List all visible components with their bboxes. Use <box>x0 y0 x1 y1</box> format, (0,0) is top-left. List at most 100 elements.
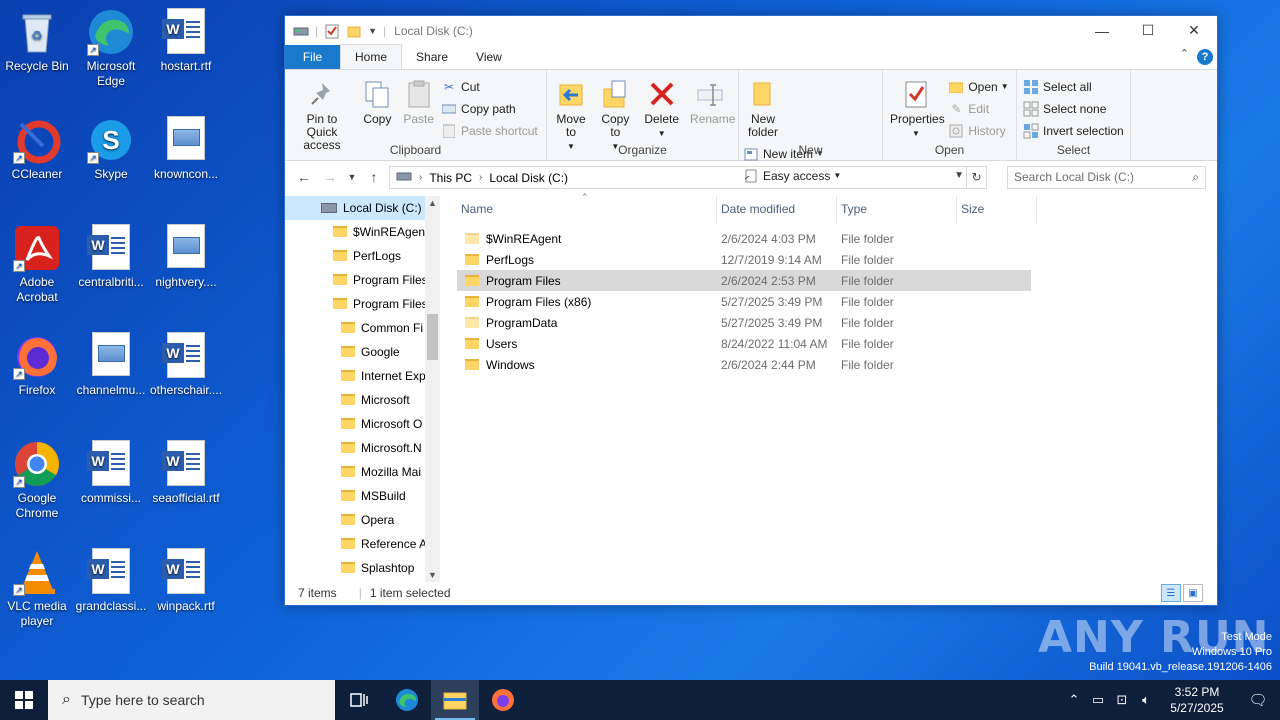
breadcrumb-local-disk[interactable]: Local Disk (C:) <box>489 171 568 185</box>
desktop-icon-skype[interactable]: S ↗ Skype <box>75 116 147 182</box>
column-header-date-modified[interactable]: Date modified <box>717 196 837 222</box>
properties-button[interactable]: Properties ▼ <box>887 74 945 142</box>
desktop-icon-channelmu[interactable]: channelmu... <box>75 332 147 398</box>
new-folder-button[interactable]: New folder <box>743 74 783 141</box>
forward-arrow-icon[interactable]: → <box>317 169 343 185</box>
desktop-icon-vlc[interactable]: ↗ VLC media player <box>1 548 73 629</box>
scrollbar-thumb[interactable] <box>427 314 438 360</box>
details-view-icon[interactable]: ☰ <box>1161 584 1181 602</box>
nav-pane-item[interactable]: Program Files <box>285 292 440 316</box>
nav-pane-item[interactable]: Google <box>285 340 440 364</box>
scroll-down-icon[interactable]: ▼ <box>425 570 440 580</box>
desktop-icon-firefox[interactable]: ↗ Firefox <box>1 332 73 398</box>
new-folder-qa-icon[interactable] <box>346 23 362 39</box>
column-header-size[interactable]: Size <box>957 196 1037 222</box>
nav-pane-item[interactable]: Common Fi <box>285 316 440 340</box>
tab-home[interactable]: Home <box>340 44 403 69</box>
title-bar[interactable]: | ▼ | Local Disk (C:) — ☐ ✕ <box>285 16 1217 45</box>
address-dropdown-icon[interactable]: ▼ <box>954 170 964 181</box>
start-button[interactable] <box>0 680 48 720</box>
select-none-button[interactable]: Select none <box>1023 98 1124 120</box>
tab-view[interactable]: View <box>462 45 516 69</box>
minimize-button[interactable]: — <box>1079 16 1125 45</box>
taskbar-firefox[interactable] <box>479 680 527 720</box>
desktop-icon-seaofficial[interactable]: W seaofficial.rtf <box>150 440 222 506</box>
file-row[interactable]: PerfLogs 12/7/2019 9:14 AM File folder <box>457 249 1031 270</box>
nav-pane-item[interactable]: Microsoft <box>285 388 440 412</box>
paste-shortcut-button[interactable]: Paste shortcut <box>441 120 538 142</box>
back-arrow-icon[interactable]: ← <box>291 169 317 185</box>
nav-pane-item[interactable]: Internet Exp <box>285 364 440 388</box>
desktop-icon-acrobat[interactable]: ↗ Adobe Acrobat <box>1 224 73 305</box>
taskbar-clock[interactable]: 3:52 PM 5/27/2025 <box>1158 684 1236 716</box>
search-input[interactable]: Search Local Disk (C:) ⌕ <box>1007 166 1206 189</box>
delete-button[interactable]: Delete ▼ <box>640 74 684 142</box>
desktop-icon-hostart[interactable]: W hostart.rtf <box>150 8 222 74</box>
copy-button[interactable]: Copy <box>358 74 396 128</box>
paste-button[interactable]: Paste <box>400 74 438 128</box>
close-button[interactable]: ✕ <box>1171 16 1217 45</box>
taskbar-edge[interactable] <box>383 680 431 720</box>
scroll-up-icon[interactable]: ▲ <box>425 198 440 208</box>
column-header-type[interactable]: Type <box>837 196 957 222</box>
file-row[interactable]: Program Files 2/6/2024 2:53 PM File folder <box>457 270 1031 291</box>
edit-button[interactable]: ✎ Edit <box>948 98 1008 120</box>
file-row[interactable]: ProgramData 5/27/2025 3:49 PM File folder <box>457 312 1031 333</box>
notification-center-icon[interactable]: 🗨︎ <box>1236 691 1280 709</box>
tray-app-icon[interactable]: ▭ <box>1086 692 1110 708</box>
nav-pane-item[interactable]: Microsoft O <box>285 412 440 436</box>
volume-icon[interactable]: 🔈︎ <box>1134 692 1158 708</box>
select-all-button[interactable]: Select all <box>1023 76 1124 98</box>
cut-button[interactable]: ✂ Cut <box>441 76 538 98</box>
desktop-icon-nightvery[interactable]: nightvery.... <box>150 224 222 290</box>
nav-pane-item[interactable]: PerfLogs <box>285 244 440 268</box>
file-row[interactable]: $WinREAgent 2/6/2024 4:03 PM File folder <box>457 228 1031 249</box>
tab-share[interactable]: Share <box>402 45 462 69</box>
history-button[interactable]: History <box>948 120 1008 142</box>
nav-pane-item[interactable]: $WinREAgent <box>285 220 440 244</box>
pin-quick-access-button[interactable]: Pin to Quick access <box>289 74 355 154</box>
up-arrow-icon[interactable]: ↑ <box>361 169 387 185</box>
properties-qa-icon[interactable] <box>324 23 340 39</box>
nav-pane-scrollbar[interactable]: ▲ ▼ <box>425 196 440 582</box>
desktop-icon-edge[interactable]: ↗ Microsoft Edge <box>75 8 147 89</box>
show-hidden-icons-chevron-icon[interactable]: ⌃ <box>1062 692 1086 708</box>
file-row[interactable]: Windows 2/6/2024 2:44 PM File folder <box>457 354 1031 375</box>
desktop-icon-recycle-bin[interactable]: ♻ Recycle Bin <box>1 8 73 74</box>
nav-pane-item[interactable]: MSBuild <box>285 484 440 508</box>
network-icon[interactable]: ⊡ <box>1110 692 1134 708</box>
invert-selection-button[interactable]: Invert selection <box>1023 120 1124 142</box>
desktop-icon-knowncon[interactable]: knowncon... <box>150 116 222 182</box>
desktop-icon-centralbriti[interactable]: W centralbriti... <box>75 224 147 290</box>
desktop-icon-ccleaner[interactable]: ↗ CCleaner <box>1 116 73 182</box>
copy-path-button[interactable]: Copy path <box>441 98 538 120</box>
large-icons-view-icon[interactable]: ▣ <box>1183 584 1203 602</box>
desktop-icon-grandclassi[interactable]: W grandclassi... <box>75 548 147 614</box>
address-bar[interactable]: › This PC › Local Disk (C:) ▼ ↻ <box>389 166 987 189</box>
nav-pane-item[interactable]: Local Disk (C:) <box>285 196 440 220</box>
file-row[interactable]: Users 8/24/2022 11:04 AM File folder <box>457 333 1031 354</box>
taskbar-file-explorer[interactable] <box>431 680 479 720</box>
desktop-icon-otherschair[interactable]: W otherschair.... <box>150 332 222 398</box>
nav-pane-item[interactable]: Reference A <box>285 532 440 556</box>
taskbar-search-box[interactable]: ⌕ Type here to search <box>48 680 335 720</box>
open-button[interactable]: Open ▼ <box>948 76 1009 98</box>
maximize-button[interactable]: ☐ <box>1125 16 1171 45</box>
desktop-icon-commissi[interactable]: W commissi... <box>75 440 147 506</box>
desktop-icon-winpack[interactable]: W winpack.rtf <box>150 548 222 614</box>
file-row[interactable]: Program Files (x86) 5/27/2025 3:49 PM File… <box>457 291 1031 312</box>
customize-qa-dropdown-icon[interactable]: ▼ <box>368 26 377 36</box>
tab-file[interactable]: File <box>285 45 340 69</box>
refresh-icon[interactable]: ↻ <box>966 167 986 188</box>
desktop-icon-chrome[interactable]: ↗ Google Chrome <box>1 440 73 521</box>
breadcrumb-this-pc[interactable]: This PC <box>429 171 472 185</box>
collapse-ribbon-icon[interactable]: ⌃ <box>1180 47 1189 60</box>
task-view-button[interactable] <box>335 680 383 720</box>
nav-pane-item[interactable]: Microsoft.N <box>285 436 440 460</box>
nav-pane-item[interactable]: Mozilla Mai <box>285 460 440 484</box>
recent-locations-chevron-icon[interactable]: ▼ <box>343 172 361 182</box>
nav-pane-item[interactable]: Splashtop <box>285 556 440 580</box>
help-icon[interactable]: ? <box>1197 49 1213 65</box>
nav-pane-item[interactable]: Program Files <box>285 268 440 292</box>
rename-button[interactable]: Rename <box>687 74 735 128</box>
